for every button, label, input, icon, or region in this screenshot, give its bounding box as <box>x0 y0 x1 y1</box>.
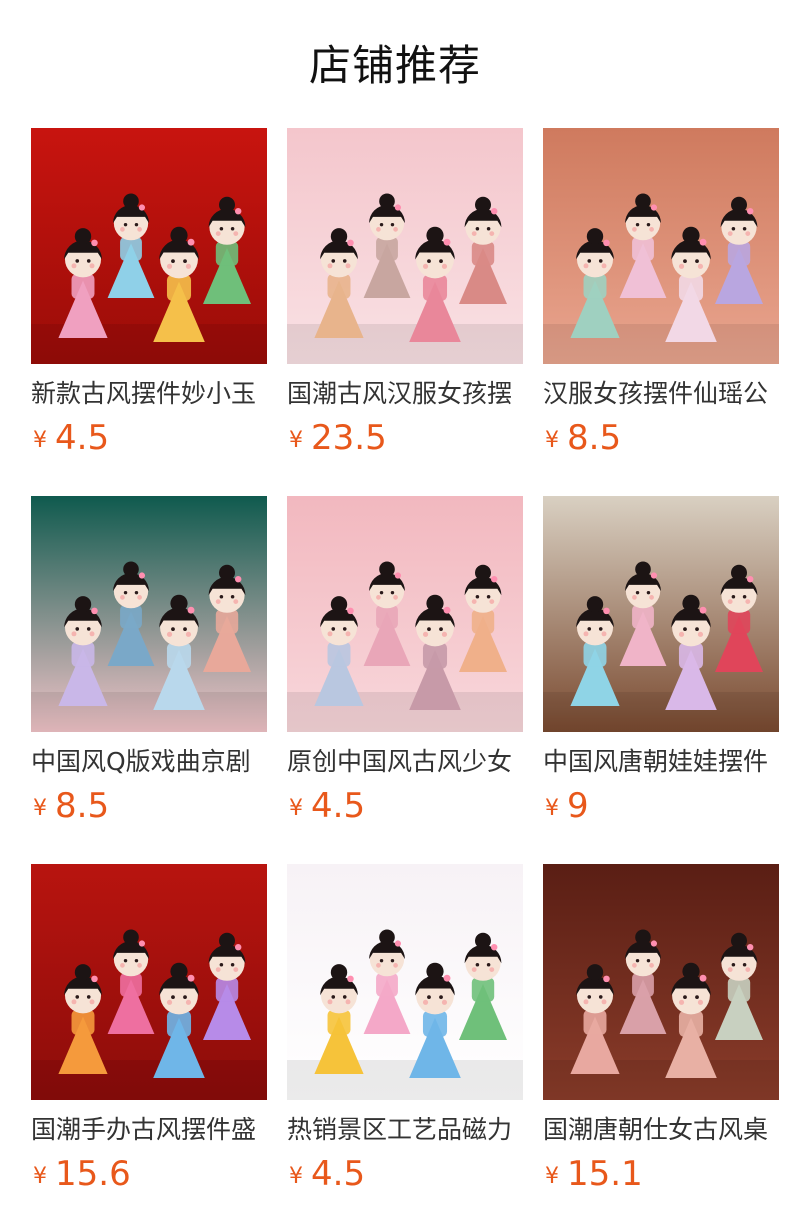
hanfu-girls-on-pedestals-salmon-background <box>543 128 779 364</box>
currency-symbol: ¥ <box>289 428 303 453</box>
price-value: 9 <box>567 786 589 826</box>
currency-symbol: ¥ <box>289 796 303 821</box>
product-image[interactable] <box>31 864 267 1100</box>
product-name[interactable]: 新款古风摆件妙小玉 <box>31 378 267 412</box>
product-image[interactable] <box>543 496 779 732</box>
product-price: ¥4.5 <box>289 1154 365 1194</box>
price-value: 4.5 <box>311 786 366 826</box>
product-image[interactable] <box>543 128 779 364</box>
hanfu-maiden-figurines-pink-arch <box>287 496 523 732</box>
chibi-fridge-magnets-white-background <box>287 864 523 1100</box>
product-image[interactable] <box>543 864 779 1100</box>
price-value: 8.5 <box>567 418 622 458</box>
price-value: 4.5 <box>311 1154 366 1194</box>
product-price: ¥4.5 <box>33 418 109 458</box>
product-price: ¥8.5 <box>33 786 109 826</box>
currency-symbol: ¥ <box>289 1164 303 1189</box>
colorful-gradient-hanfu-figurines-red-background <box>31 864 267 1100</box>
product-card[interactable]: 新款古风摆件妙小玉 ¥4.5 <box>31 128 267 458</box>
four-hanfu-girls-with-flower-baskets-pink <box>287 128 523 364</box>
product-card[interactable]: 国潮手办古风摆件盛 ¥15.6 <box>31 864 267 1194</box>
tang-dynasty-doll-figurines-ink-painting-background <box>543 496 779 732</box>
product-card[interactable]: 汉服女孩摆件仙瑶公 ¥8.5 <box>543 128 779 458</box>
product-card[interactable]: 中国风Q版戏曲京剧 ¥8.5 <box>31 496 267 826</box>
product-price: ¥8.5 <box>545 418 621 458</box>
product-name[interactable]: 中国风Q版戏曲京剧 <box>31 746 267 780</box>
product-price: ¥4.5 <box>289 786 365 826</box>
product-name[interactable]: 汉服女孩摆件仙瑶公 <box>543 378 779 412</box>
product-card[interactable]: 原创中国风古风少女 ¥4.5 <box>287 496 523 826</box>
product-image[interactable] <box>287 128 523 364</box>
currency-symbol: ¥ <box>545 1164 559 1189</box>
four-chibi-hanfu-figurines-red-background <box>31 128 267 364</box>
currency-symbol: ¥ <box>545 796 559 821</box>
product-name[interactable]: 原创中国风古风少女 <box>287 746 523 780</box>
product-image[interactable] <box>31 128 267 364</box>
price-value: 4.5 <box>55 418 110 458</box>
product-image[interactable] <box>287 864 523 1100</box>
product-image[interactable] <box>287 496 523 732</box>
product-grid: 新款古风摆件妙小玉 ¥4.5 国潮古风汉服女孩摆 ¥23.5 汉服女孩摆件仙瑶公 ¥8.5… <box>31 128 779 1194</box>
product-card[interactable]: 国潮古风汉服女孩摆 ¥23.5 <box>287 128 523 458</box>
currency-symbol: ¥ <box>33 796 47 821</box>
currency-symbol: ¥ <box>33 428 47 453</box>
currency-symbol: ¥ <box>33 1164 47 1189</box>
product-price: ¥15.1 <box>545 1154 643 1194</box>
tang-ladies-playing-guqin-wooden-screen <box>543 864 779 1100</box>
product-price: ¥9 <box>545 786 589 826</box>
product-image[interactable] <box>31 496 267 732</box>
product-price: ¥15.6 <box>33 1154 131 1194</box>
product-name[interactable]: 国潮手办古风摆件盛 <box>31 1114 267 1148</box>
currency-symbol: ¥ <box>545 428 559 453</box>
product-card[interactable]: 中国风唐朝娃娃摆件 ¥9 <box>543 496 779 826</box>
price-value: 8.5 <box>55 786 110 826</box>
section-title: 店铺推荐 <box>308 41 481 90</box>
peking-opera-chibi-figurines-teal-background <box>31 496 267 732</box>
product-card[interactable]: 国潮唐朝仕女古风桌 ¥15.1 <box>543 864 779 1194</box>
product-name[interactable]: 国潮古风汉服女孩摆 <box>287 378 523 412</box>
product-name[interactable]: 中国风唐朝娃娃摆件 <box>543 746 779 780</box>
store-recommendations-page: 店铺推荐 新款古风摆件妙小玉 ¥4.5 国潮古风汉服女孩摆 ¥23.5 汉服女孩摆件仙瑶… <box>0 0 790 1232</box>
price-value: 15.1 <box>567 1154 643 1194</box>
price-value: 15.6 <box>55 1154 131 1194</box>
product-price: ¥23.5 <box>289 418 387 458</box>
product-name[interactable]: 热销景区工艺品磁力 <box>287 1114 523 1148</box>
product-card[interactable]: 热销景区工艺品磁力 ¥4.5 <box>287 864 523 1194</box>
product-name[interactable]: 国潮唐朝仕女古风桌 <box>543 1114 779 1148</box>
price-value: 23.5 <box>311 418 387 458</box>
